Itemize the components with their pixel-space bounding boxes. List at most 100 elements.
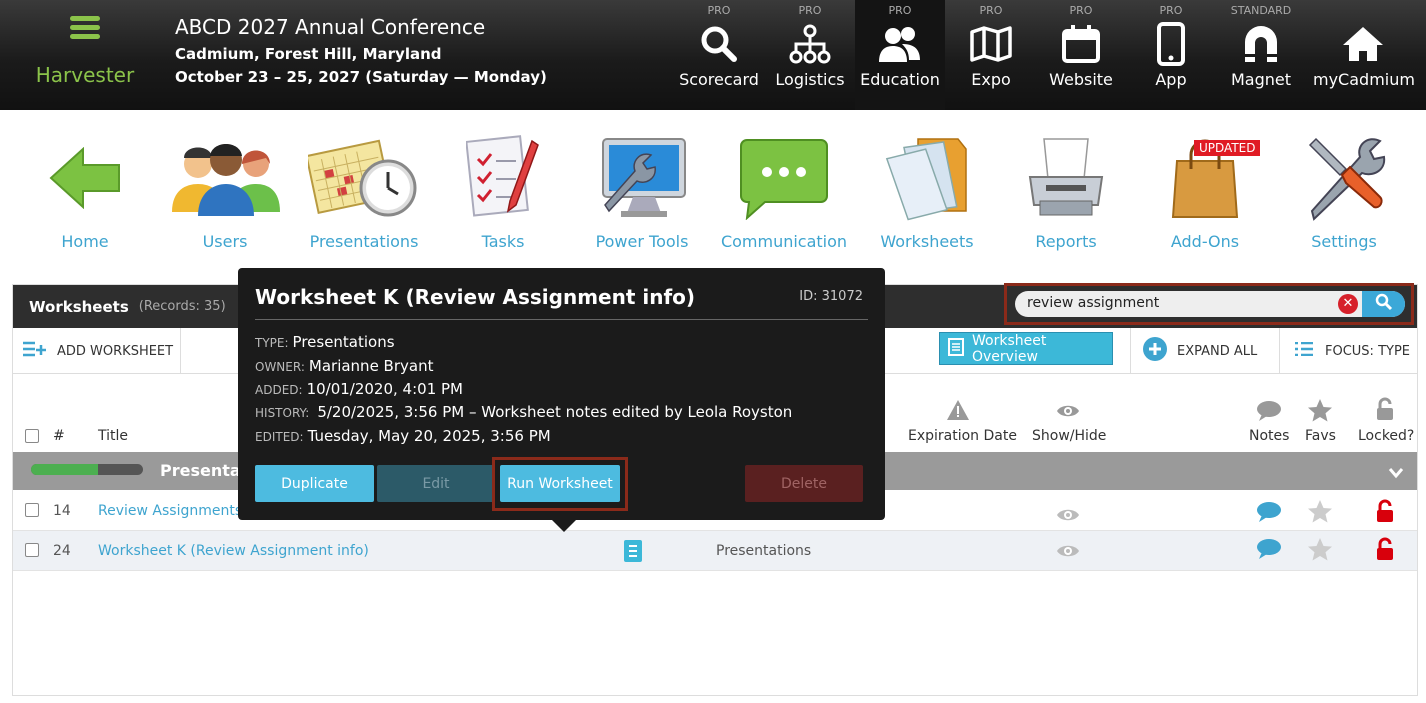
calendar-icon xyxy=(1036,18,1126,70)
document-icon xyxy=(948,337,964,360)
app-power-tools[interactable]: Power Tools xyxy=(572,128,712,251)
sitemap-icon xyxy=(765,18,855,70)
row-title-link[interactable]: Worksheet K (Review Assignment info) xyxy=(98,543,369,559)
clear-search-icon[interactable]: ✕ xyxy=(1338,294,1358,314)
col-expiration-date[interactable]: Expiration Date xyxy=(908,428,1017,444)
documents-icon xyxy=(857,128,997,228)
progress-bar xyxy=(31,464,143,475)
people-icon xyxy=(855,18,945,70)
calendar-clock-icon xyxy=(294,128,434,228)
brand[interactable]: Harvester xyxy=(0,0,170,110)
nav-logistics[interactable]: PRO Logistics xyxy=(765,0,855,110)
type-label: TYPE: xyxy=(255,336,289,350)
app-label: Power Tools xyxy=(595,232,689,251)
chat-bubble-icon xyxy=(714,128,854,228)
star-icon[interactable] xyxy=(1307,499,1333,527)
app-presentations[interactable]: Presentations xyxy=(294,128,434,251)
brand-name: Harvester xyxy=(35,63,135,87)
row-number: 24 xyxy=(53,543,71,559)
popup-added: ADDED: 10/01/2020, 4:01 PM xyxy=(255,380,463,398)
add-worksheet-button[interactable]: ADD WORKSHEET xyxy=(23,328,173,374)
col-favs[interactable]: Favs xyxy=(1305,428,1336,444)
edit-button[interactable]: Edit xyxy=(377,465,495,502)
app-users[interactable]: Users xyxy=(155,128,295,251)
expand-all-label: EXPAND ALL xyxy=(1177,343,1258,359)
tier-label: PRO xyxy=(1159,4,1183,17)
nav-magnet[interactable]: STANDARD Magnet xyxy=(1216,0,1306,110)
history-value: 5/20/2025, 3:56 PM – Worksheet notes edi… xyxy=(317,403,793,421)
app-label: Users xyxy=(202,232,248,251)
row-checkbox[interactable] xyxy=(25,503,39,517)
history-label: HISTORY: xyxy=(255,406,310,420)
app-label: Worksheets xyxy=(880,232,974,251)
tier-label: PRO xyxy=(888,4,912,17)
hamburger-menu-icon[interactable] xyxy=(70,16,100,40)
col-title[interactable]: Title xyxy=(98,428,128,444)
col-show-hide[interactable]: Show/Hide xyxy=(1032,428,1106,444)
col-locked[interactable]: Locked? xyxy=(1358,428,1414,444)
app-label: Add-Ons xyxy=(1170,232,1240,251)
app-label: Settings xyxy=(1311,232,1377,251)
document-icon[interactable] xyxy=(624,540,642,566)
edited-value: Tuesday, May 20, 2025, 3:56 PM xyxy=(307,427,551,445)
row-checkbox[interactable] xyxy=(25,543,39,557)
delete-button[interactable]: Delete xyxy=(745,465,863,502)
add-worksheet-label: ADD WORKSHEET xyxy=(57,343,174,359)
app-label: Home xyxy=(61,232,109,251)
speech-bubble-icon xyxy=(1256,400,1282,426)
app-label: Reports xyxy=(1035,232,1097,251)
row-title-link[interactable]: Review Assignments - xyxy=(98,503,252,519)
speech-bubble-icon[interactable] xyxy=(1256,501,1282,527)
app-settings[interactable]: Settings xyxy=(1274,128,1414,251)
lock-icon[interactable] xyxy=(1375,537,1395,565)
table-row[interactable]: 24 Worksheet K (Review Assignment info) … xyxy=(13,531,1417,571)
speech-bubble-icon[interactable] xyxy=(1256,538,1282,564)
nav-scorecard[interactable]: PRO Scorecard xyxy=(674,0,764,110)
nav-label: App xyxy=(1155,70,1187,89)
popup-id: ID: 31072 xyxy=(799,289,863,304)
focus-type-button[interactable]: FOCUS: TYPE xyxy=(1295,328,1410,374)
nav-website[interactable]: PRO Website xyxy=(1036,0,1126,110)
eye-icon[interactable] xyxy=(1056,543,1080,563)
chevron-down-icon[interactable] xyxy=(1388,464,1404,483)
star-icon xyxy=(1307,398,1333,426)
home-icon xyxy=(1313,18,1413,70)
select-all-checkbox[interactable] xyxy=(25,429,39,443)
nav-app[interactable]: PRO App xyxy=(1126,0,1216,110)
overview-label: Worksheet Overview xyxy=(972,332,1047,365)
nav-label: Expo xyxy=(971,70,1011,89)
eye-icon xyxy=(1056,403,1080,423)
app-home[interactable]: Home xyxy=(15,128,155,251)
magnet-icon xyxy=(1216,18,1306,70)
nav-education[interactable]: PRO Education xyxy=(855,0,945,110)
app-tasks[interactable]: Tasks xyxy=(433,128,573,251)
star-icon[interactable] xyxy=(1307,537,1333,565)
search-button[interactable] xyxy=(1362,291,1405,317)
wrench-monitor-icon xyxy=(572,128,712,228)
conference-dates: October 23 – 25, 2027 (Saturday — Monday… xyxy=(175,68,547,86)
duplicate-button[interactable]: Duplicate xyxy=(255,465,374,502)
nav-expo[interactable]: PRO Expo xyxy=(946,0,1036,110)
app-worksheets[interactable]: Worksheets xyxy=(857,128,997,251)
type-value: Presentations xyxy=(292,333,395,351)
users-icon xyxy=(155,128,295,228)
focus-type-label: FOCUS: TYPE xyxy=(1325,343,1411,359)
expand-all-button[interactable]: EXPAND ALL xyxy=(1143,328,1257,374)
app-label: Tasks xyxy=(481,232,525,251)
eye-icon[interactable] xyxy=(1056,507,1080,527)
run-worksheet-button[interactable]: Run Worksheet xyxy=(500,465,620,502)
nav-mycadmium[interactable]: myCadmium xyxy=(1313,0,1415,110)
col-number[interactable]: # xyxy=(53,428,65,444)
tier-label xyxy=(1313,4,1413,18)
worksheet-overview-button[interactable]: Worksheet Overview xyxy=(939,332,1113,365)
owner-label: OWNER: xyxy=(255,360,305,374)
divider xyxy=(255,319,868,320)
lock-icon[interactable] xyxy=(1375,499,1395,527)
tools-icon xyxy=(1274,128,1414,228)
col-notes[interactable]: Notes xyxy=(1249,428,1289,444)
app-communication[interactable]: Communication xyxy=(714,128,854,251)
tier-label: PRO xyxy=(707,4,731,17)
app-reports[interactable]: Reports xyxy=(996,128,1136,251)
tier-label: PRO xyxy=(979,4,1003,17)
mobile-icon xyxy=(1126,18,1216,70)
